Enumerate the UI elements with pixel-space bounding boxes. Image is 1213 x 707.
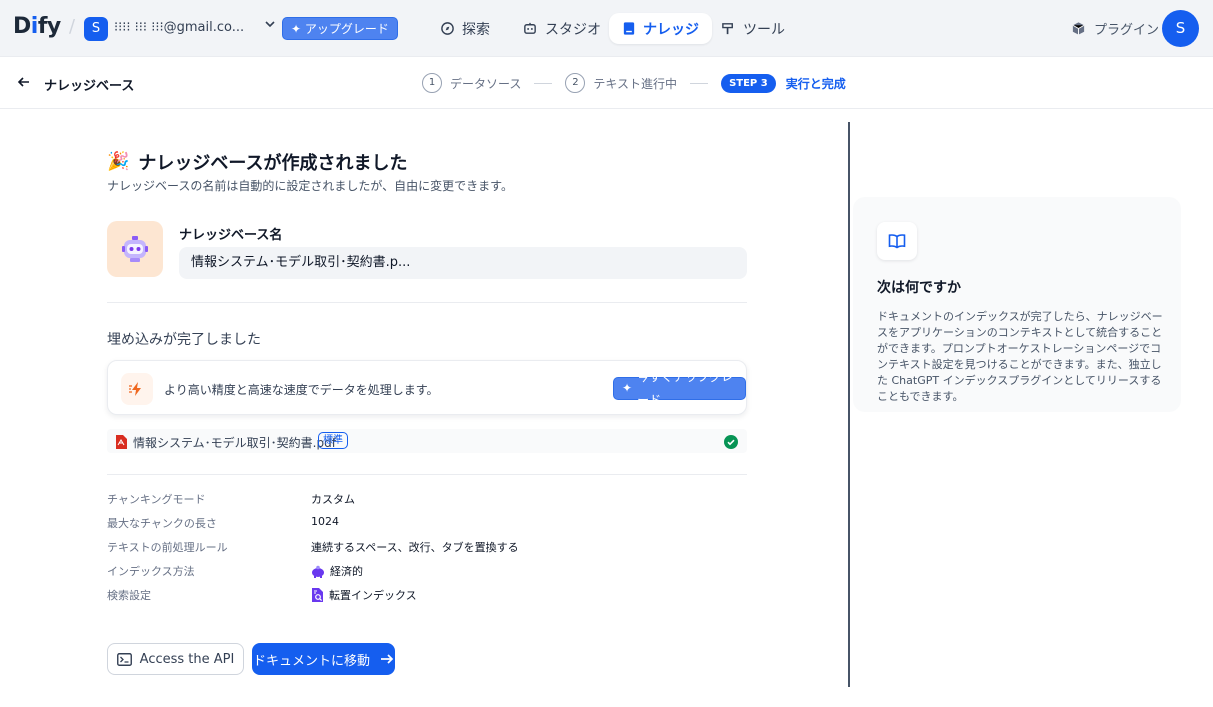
cube-icon (1072, 22, 1085, 35)
info-row-max-chunk: 最大なチャンクの長さ 1024 (107, 513, 747, 531)
step-label: データソース (450, 76, 522, 91)
kb-name-input[interactable]: 情報システム･モデル取引･契約書.p... (179, 247, 747, 279)
piggy-bank-icon (312, 565, 324, 578)
info-key: テキストの前処理ルール (107, 541, 228, 554)
nav-knowledge[interactable]: ナレッジ (609, 13, 712, 44)
go-to-document-button[interactable]: ドキュメントに移動 (252, 643, 395, 675)
dify-logo[interactable]: Dify (13, 14, 61, 39)
user-avatar[interactable]: S (1162, 10, 1199, 47)
document-name: 情報システム･モデル取引･契約書.pdf (133, 436, 336, 450)
next-steps-card: 次は何ですか ドキュメントのインデックスが完了したら、ナレッジベースをアプリケー… (853, 197, 1181, 412)
embedding-status-title: 埋め込みが完了しました (107, 332, 261, 348)
info-row-retrieval: 検索設定 転置インデックス (107, 585, 747, 603)
compass-icon (441, 22, 454, 35)
kb-name-label: ナレッジベース名 (179, 228, 283, 243)
step-connector (690, 82, 709, 84)
access-api-button[interactable]: Access the API (107, 643, 244, 675)
next-steps-title: 次は何ですか (877, 280, 961, 296)
plugin-button[interactable]: プラグイン (1071, 19, 1159, 38)
info-row-index-method: インデックス方法 経済的 (107, 561, 747, 579)
info-value: 連続するスペース、改行、タブを置換する (311, 541, 519, 554)
open-book-icon (877, 222, 917, 260)
step-connector (534, 82, 553, 84)
back-arrow-icon[interactable] (17, 74, 31, 93)
step-label-current: 実行と完成 (785, 76, 846, 91)
page-title: ナレッジベース (44, 79, 135, 94)
info-key: チャンキングモード (107, 493, 206, 506)
step-label: テキスト進行中 (593, 76, 678, 91)
divider (107, 474, 747, 475)
next-steps-description: ドキュメントのインデックスが完了したら、ナレッジベースをアプリケーションのコンテ… (877, 310, 1163, 403)
divider (107, 302, 747, 303)
step-current-badge: STEP 3 (721, 73, 776, 93)
info-value: カスタム (311, 493, 355, 506)
info-row-chunk-mode: チャンキングモード カスタム (107, 489, 747, 507)
info-key: 検索設定 (107, 589, 151, 602)
upgrade-button[interactable]: ✦ アップグレード (282, 17, 398, 40)
index-type-badge: 標準 (318, 432, 348, 449)
upgrade-card: より高い精度と高速な速度でデータを処理します。 ✦ 今すぐアップグレード (107, 360, 747, 415)
sparkle-icon: ✦ (291, 22, 302, 36)
info-key: インデックス方法 (107, 565, 195, 578)
knowledge-base-icon[interactable] (107, 221, 163, 277)
robot-icon (524, 22, 536, 34)
check-circle-icon (724, 434, 738, 453)
robot-icon (122, 236, 148, 262)
book-icon (623, 22, 635, 35)
workspace-account[interactable]: ⁝⁝⁝⁝ ⁝⁝⁝ ⁝⁝⁝@gmail.co... (114, 20, 244, 35)
info-value: 1024 (311, 515, 339, 528)
separator: / (69, 16, 76, 37)
chevron-down-icon[interactable] (264, 18, 276, 33)
upgrade-now-button[interactable]: ✦ 今すぐアップグレード (613, 370, 746, 407)
arrow-right-icon (381, 654, 394, 664)
info-key: 最大なチャンクの長さ (107, 517, 217, 530)
panel-divider (848, 122, 850, 687)
upgrade-message: より高い精度と高速な速度でデータを処理します。 (164, 383, 439, 397)
party-popper-icon: 🎉 (107, 151, 130, 172)
step-header: ナレッジベース 1 データソース 2 テキスト進行中 STEP 3 実行と完成 (0, 57, 1213, 109)
pdf-icon (115, 434, 127, 453)
step-number: 1 (422, 73, 442, 93)
file-search-icon (312, 587, 323, 602)
nav-explore[interactable]: 探索 (427, 13, 503, 44)
top-navbar: Dify / S ⁝⁝⁝⁝ ⁝⁝⁝ ⁝⁝⁝@gmail.co... ✦ アップグ… (0, 0, 1213, 57)
workspace-avatar[interactable]: S (84, 17, 108, 41)
created-subtitle: ナレッジベースの名前は自動的に設定されましたが、自由に変更できます。 (107, 179, 513, 193)
info-row-preprocess: テキストの前処理ルール 連続するスペース、改行、タブを置換する (107, 537, 747, 555)
nav-studio[interactable]: スタジオ (509, 13, 614, 44)
info-value: 転置インデックス (311, 587, 417, 603)
lightning-icon (121, 373, 153, 405)
created-title: ナレッジベースが作成されました (138, 153, 408, 174)
info-value: 経済的 (311, 563, 363, 579)
stepper: 1 データソース 2 テキスト進行中 STEP 3 実行と完成 (422, 73, 846, 93)
sparkle-icon: ✦ (622, 381, 633, 395)
document-row[interactable]: 情報システム･モデル取引･契約書.pdf 標準 (107, 429, 747, 453)
created-heading: 🎉 ナレッジベースが作成されました (107, 149, 408, 175)
nav-tools[interactable]: ツール (708, 13, 798, 44)
hammer-icon (722, 23, 733, 35)
terminal-icon (116, 652, 132, 666)
step-number: 2 (565, 73, 586, 93)
